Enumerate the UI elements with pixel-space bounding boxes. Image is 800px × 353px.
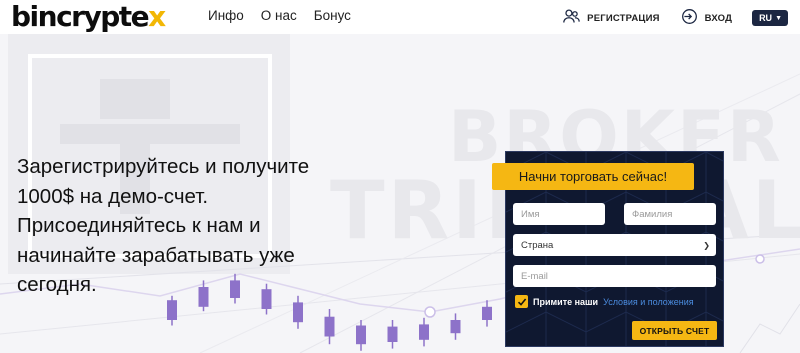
logo-text: bincrypte bbox=[11, 0, 150, 33]
country-select[interactable]: Страна ❯ bbox=[513, 234, 716, 256]
login-link[interactable]: ВХОД bbox=[681, 8, 732, 28]
checkmark-icon bbox=[517, 297, 526, 306]
login-label: ВХОД bbox=[704, 12, 733, 24]
chevron-down-icon: ❯ bbox=[703, 240, 710, 250]
candle-body bbox=[450, 320, 461, 334]
terms-row: Примите наши Условия и положения bbox=[515, 295, 694, 308]
nav-item-info[interactable]: Инфо bbox=[208, 8, 244, 23]
language-selector[interactable]: RU ▼ bbox=[752, 10, 788, 26]
register-label: РЕГИСТРАЦИЯ bbox=[587, 12, 660, 24]
start-trading-banner: Начни торговать сейчас! bbox=[492, 163, 694, 190]
email-input[interactable]: E-mail bbox=[513, 265, 716, 287]
nav-item-bonus[interactable]: Бонус bbox=[314, 8, 351, 23]
hero-headline: Зарегистрируйтесь и получите 1000$ на де… bbox=[17, 155, 310, 296]
candle-body bbox=[387, 326, 398, 342]
main-nav: Инфо О нас Бонус bbox=[208, 8, 351, 23]
first-name-input[interactable]: Имя bbox=[513, 203, 605, 225]
last-name-placeholder: Фамилия bbox=[632, 208, 673, 220]
first-name-placeholder: Имя bbox=[521, 208, 540, 220]
candle-body bbox=[482, 306, 492, 320]
candle-body bbox=[324, 316, 335, 337]
bincryptex-logo[interactable]: bincryptex bbox=[11, 0, 166, 33]
users-icon bbox=[563, 8, 580, 28]
candle-body bbox=[356, 325, 366, 345]
site-header: bincryptex Инфо О нас Бонус РЕГИСТРАЦИЯ … bbox=[0, 0, 800, 34]
logo-x: x bbox=[148, 0, 166, 33]
email-placeholder: E-mail bbox=[521, 270, 548, 282]
nav-item-about[interactable]: О нас bbox=[261, 8, 297, 23]
candle-body bbox=[167, 300, 177, 320]
open-account-button[interactable]: ОТКРЫТЬ СЧЕТ bbox=[632, 321, 717, 340]
last-name-input[interactable]: Фамилия bbox=[624, 203, 716, 225]
candle-body bbox=[293, 302, 303, 323]
terms-checkbox[interactable] bbox=[515, 295, 528, 308]
candle-body bbox=[419, 324, 429, 340]
language-value: RU bbox=[759, 13, 773, 23]
country-value: Страна bbox=[521, 239, 554, 251]
sign-in-icon bbox=[681, 8, 698, 28]
terms-link[interactable]: Условия и положения bbox=[603, 297, 694, 307]
caret-down-icon: ▼ bbox=[775, 14, 782, 22]
register-link[interactable]: РЕГИСТРАЦИЯ bbox=[563, 8, 659, 28]
account-nav: РЕГИСТРАЦИЯ ВХОД RU ▼ bbox=[542, 8, 788, 28]
terms-prefix: Примите наши bbox=[533, 296, 599, 307]
